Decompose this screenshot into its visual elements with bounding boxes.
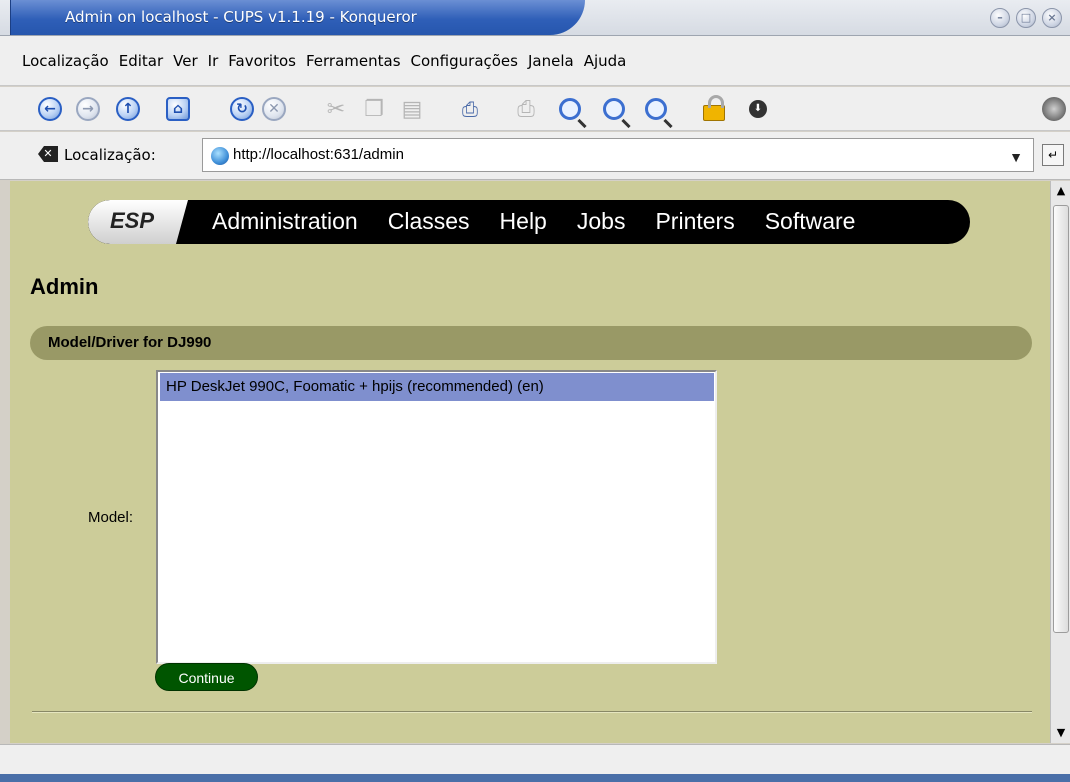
print-frame-icon[interactable]: ⎙ <box>512 95 540 123</box>
window-titlebar: Admin on localhost - CUPS v1.1.19 - Konq… <box>0 0 1070 36</box>
menu-localizacao[interactable]: Localização <box>22 52 109 70</box>
copy-icon[interactable]: ❐ <box>360 95 388 123</box>
clear-location-icon[interactable]: ✕ <box>38 146 58 162</box>
menu-janela[interactable]: Janela <box>528 52 574 70</box>
window-title: Admin on localhost - CUPS v1.1.19 - Konq… <box>65 8 417 26</box>
scroll-down-icon[interactable]: ▼ <box>1051 723 1070 743</box>
go-icon[interactable]: ↵ <box>1042 144 1064 166</box>
section-title: Model/Driver for DJ990 <box>48 334 212 351</box>
chevron-down-icon[interactable]: ▼ <box>1009 141 1023 173</box>
location-label: Localização: <box>64 146 156 164</box>
print-icon[interactable]: ⎙ <box>456 95 484 123</box>
minimize-icon[interactable]: – <box>990 8 1010 28</box>
zoom-icon[interactable] <box>556 95 584 123</box>
close-icon[interactable]: × <box>1042 8 1062 28</box>
menu-editar[interactable]: Editar <box>119 52 163 70</box>
cups-nav-bar: ESP Administration Classes Help Jobs Pri… <box>88 200 970 244</box>
vertical-scrollbar[interactable]: ▲ ▼ <box>1050 181 1070 743</box>
up-icon[interactable]: ↑ <box>114 95 142 123</box>
list-item[interactable]: HP DeskJet 990C, Foomatic + hpijs (recom… <box>160 373 714 401</box>
nav-software[interactable]: Software <box>765 208 856 235</box>
menu-bar: Localização Editar Ver Ir Favoritos Ferr… <box>0 36 1070 86</box>
maximize-icon[interactable]: □ <box>1016 8 1036 28</box>
zoom-out-icon[interactable] <box>642 95 670 123</box>
zoom-in-icon[interactable] <box>600 95 628 123</box>
menu-favoritos[interactable]: Favoritos <box>228 52 296 70</box>
browser-toolbar: ← → ↑ ⌂ ↻ ✕ ✂ ❐ ▤ ⎙ ⎙ ⬇ <box>0 87 1070 131</box>
menu-ver[interactable]: Ver <box>173 52 198 70</box>
nav-help[interactable]: Help <box>500 208 547 235</box>
scroll-up-icon[interactable]: ▲ <box>1051 181 1070 201</box>
page-viewport: ESP Administration Classes Help Jobs Pri… <box>10 181 1050 743</box>
site-icon <box>211 147 229 165</box>
location-bar: ✕ Localização: http://localhost:631/admi… <box>0 132 1070 180</box>
download-icon[interactable]: ⬇ <box>744 95 772 123</box>
url-text: http://localhost:631/admin <box>233 146 404 163</box>
nav-printers[interactable]: Printers <box>655 208 734 235</box>
home-icon[interactable]: ⌂ <box>164 95 192 123</box>
stop-icon[interactable]: ✕ <box>260 95 288 123</box>
paste-icon[interactable]: ▤ <box>398 95 426 123</box>
title-tab: Admin on localhost - CUPS v1.1.19 - Konq… <box>10 0 585 35</box>
esp-logo[interactable]: ESP <box>88 200 188 244</box>
forward-icon[interactable]: → <box>74 95 102 123</box>
nav-administration[interactable]: Administration <box>212 208 358 235</box>
nav-links: Administration Classes Help Jobs Printer… <box>212 208 855 235</box>
url-input[interactable]: http://localhost:631/admin ▼ <box>202 138 1034 172</box>
nav-jobs[interactable]: Jobs <box>577 208 626 235</box>
section-header: Model/Driver for DJ990 <box>30 326 1032 360</box>
taskbar-edge <box>0 774 1070 782</box>
continue-button[interactable]: Continue <box>155 663 258 691</box>
back-icon[interactable]: ← <box>36 95 64 123</box>
cut-icon[interactable]: ✂ <box>322 95 350 123</box>
lock-icon[interactable] <box>700 95 728 123</box>
throbber-icon <box>1040 95 1068 123</box>
menu-ir[interactable]: Ir <box>208 52 219 70</box>
page-title: Admin <box>30 274 99 299</box>
menu-ferramentas[interactable]: Ferramentas <box>306 52 401 70</box>
menu-ajuda[interactable]: Ajuda <box>584 52 627 70</box>
model-label: Model: <box>88 509 134 526</box>
window-controls: – □ × <box>990 8 1062 28</box>
divider <box>32 711 1032 713</box>
scroll-thumb[interactable] <box>1053 205 1069 633</box>
model-listbox[interactable]: HP DeskJet 990C, Foomatic + hpijs (recom… <box>156 370 717 664</box>
reload-icon[interactable]: ↻ <box>228 95 256 123</box>
menu-configuracoes[interactable]: Configurações <box>411 52 518 70</box>
nav-classes[interactable]: Classes <box>388 208 470 235</box>
